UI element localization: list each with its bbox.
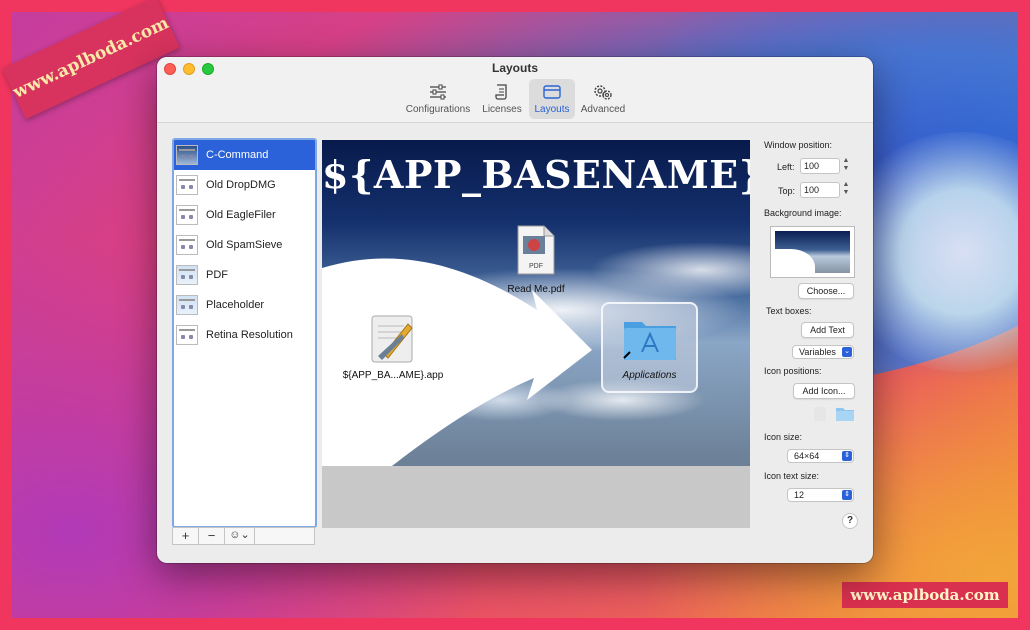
layout-thumbnail [176, 175, 198, 195]
list-item[interactable]: Old DropDMG [174, 170, 315, 200]
layout-thumbnail [176, 235, 198, 255]
icon-text-size-popup[interactable]: 12 ⇕ [787, 488, 854, 502]
layout-thumbnail [176, 205, 198, 225]
add-icon-button[interactable]: Add Icon... [793, 383, 855, 399]
tab-label: Advanced [580, 104, 626, 115]
watermark-text: www.aplboda.com [850, 586, 1000, 604]
applications-label: Applications [622, 370, 677, 381]
layout-thumbnail [176, 265, 198, 285]
top-label: Top: [778, 186, 796, 196]
left-stepper[interactable]: ▲ ▼ [841, 157, 851, 175]
icon-size-popup[interactable]: 64×64 ⇕ [787, 449, 854, 463]
preview-title-text[interactable]: ${APP_BASENAME} [322, 152, 750, 197]
layout-thumbnail [176, 295, 198, 315]
icon-positions-label: Icon positions: [764, 366, 822, 376]
title-bar: Layouts Configurations Licenses Layouts … [157, 57, 873, 123]
tab-label: Layouts [534, 104, 570, 115]
app-icon[interactable] [364, 310, 422, 368]
list-item-label: Old DropDMG [206, 179, 276, 191]
tab-licenses[interactable]: Licenses [479, 79, 525, 119]
tab-advanced[interactable]: Advanced [578, 79, 628, 119]
tab-label: Configurations [405, 104, 471, 115]
list-item-label: Retina Resolution [206, 329, 293, 341]
top-stepper[interactable]: ▲ ▼ [841, 181, 851, 199]
remove-layout-button[interactable]: − [199, 528, 225, 544]
window-title: Layouts [491, 61, 538, 75]
applications-folder-icon[interactable] [620, 314, 680, 364]
icon-size-value: 64×64 [794, 451, 820, 461]
watermark-bottom-right: www.aplboda.com [842, 582, 1008, 608]
layout-thumbnail [176, 325, 198, 345]
variables-popup-label: Variables [799, 347, 836, 357]
choose-button[interactable]: Choose... [798, 283, 854, 299]
gears-icon [594, 85, 612, 100]
variables-popup[interactable]: Variables ⌄ [792, 345, 854, 359]
pdf-document-icon[interactable]: PDF [516, 224, 556, 276]
list-item[interactable]: Old EagleFiler [174, 200, 315, 230]
tab-label: Licenses [482, 104, 522, 115]
readme-label: Read Me.pdf [507, 284, 565, 295]
add-text-button[interactable]: Add Text [801, 322, 854, 338]
preferences-window: Layouts Configurations Licenses Layouts … [157, 57, 873, 563]
window-icon [543, 85, 561, 99]
background-image-label: Background image: [764, 208, 842, 218]
list-item-label: C-Command [206, 149, 269, 161]
list-item-label: PDF [206, 269, 228, 281]
svg-text:PDF: PDF [529, 263, 543, 270]
icon-text-size-value: 12 [794, 490, 805, 500]
text-boxes-label: Text boxes: [766, 306, 812, 316]
list-item[interactable]: Old SpamSieve [174, 230, 315, 260]
tab-configurations[interactable]: Configurations [404, 79, 472, 119]
folder-icon[interactable] [835, 406, 855, 422]
list-item-label: Old SpamSieve [206, 239, 283, 251]
updown-icon: ⇕ [842, 451, 852, 461]
help-button[interactable]: ? [842, 513, 858, 529]
list-item[interactable]: Retina Resolution [174, 320, 315, 350]
top-position-field[interactable]: 100 [800, 182, 840, 198]
layout-thumbnail [176, 145, 198, 165]
list-item[interactable]: C-Command [174, 140, 315, 170]
left-label: Left: [777, 162, 795, 172]
list-item[interactable]: Placeholder [174, 290, 315, 320]
generic-file-icon[interactable] [814, 407, 826, 421]
background-thumbnail[interactable] [770, 226, 855, 278]
window-position-label: Window position: [764, 140, 833, 150]
tab-layouts[interactable]: Layouts [529, 79, 575, 119]
list-item-label: Placeholder [206, 299, 265, 311]
add-layout-button[interactable]: + [173, 528, 199, 544]
layouts-list: C-Command Old DropDMG Old EagleFiler Old… [172, 138, 317, 528]
app-name-label: ${APP_BA...AME}.app [342, 370, 444, 381]
scroll-icon [495, 84, 507, 100]
icon-text-size-label: Icon text size: [764, 471, 820, 481]
sliders-icon [430, 84, 446, 100]
list-item-label: Old EagleFiler [206, 209, 276, 221]
updown-icon: ⇕ [842, 490, 852, 500]
list-toolbar: + − ☺⌄ [172, 527, 315, 545]
layout-preview: ${APP_BASENAME} PDF Read Me.pdf ${APP_BA… [322, 140, 750, 528]
action-menu-button[interactable]: ☺⌄ [225, 528, 255, 544]
list-item[interactable]: PDF [174, 260, 315, 290]
icon-size-label: Icon size: [764, 432, 803, 442]
left-position-field[interactable]: 100 [800, 158, 840, 174]
chevron-down-icon: ⌄ [842, 347, 852, 357]
